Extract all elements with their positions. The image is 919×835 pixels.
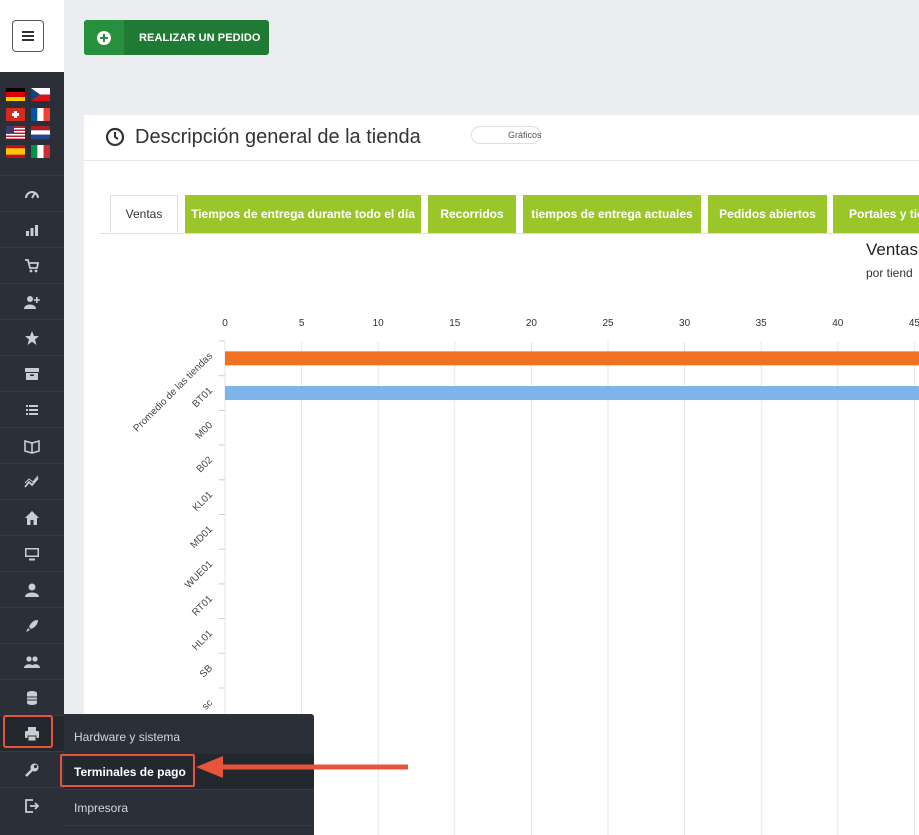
highlight-box bbox=[3, 715, 53, 748]
sidebar-item-stores[interactable] bbox=[0, 499, 64, 535]
sidebar-item-display[interactable] bbox=[0, 535, 64, 571]
trend-icon bbox=[24, 475, 39, 488]
annotation-arrow-icon bbox=[196, 756, 408, 778]
sidebar bbox=[0, 0, 64, 835]
users-icon bbox=[24, 655, 40, 668]
sidebar-item-settings[interactable] bbox=[0, 751, 64, 787]
sidebar-item-archive[interactable] bbox=[0, 355, 64, 391]
y-category-label: HL01 bbox=[190, 628, 215, 653]
database-icon bbox=[27, 690, 37, 705]
flag-de-icon[interactable] bbox=[6, 88, 25, 101]
x-tick-label: 0 bbox=[222, 318, 228, 329]
x-tick-label: 10 bbox=[373, 318, 385, 329]
place-order-label: REALIZAR UN PEDIDO bbox=[139, 31, 261, 44]
sidebar-item-statistics[interactable] bbox=[0, 211, 64, 247]
sidebar-item-staff[interactable] bbox=[0, 643, 64, 679]
x-tick-label: 25 bbox=[602, 318, 614, 329]
y-category-label: WUE01 bbox=[183, 559, 215, 591]
place-order-button[interactable]: REALIZAR UN PEDIDO bbox=[84, 20, 269, 55]
x-tick-label: 30 bbox=[679, 318, 691, 329]
bar[interactable] bbox=[225, 351, 919, 366]
x-tick-label: 35 bbox=[756, 318, 768, 329]
book-icon bbox=[24, 439, 40, 454]
submenu-item-printer[interactable]: Impresora bbox=[64, 790, 314, 826]
sidebar-item-list[interactable] bbox=[0, 391, 64, 427]
x-tick-label: 20 bbox=[526, 318, 538, 329]
rocket-icon bbox=[26, 619, 38, 632]
star-icon bbox=[25, 330, 39, 345]
logout-icon bbox=[25, 798, 40, 813]
bar[interactable] bbox=[225, 386, 919, 401]
sidebar-item-add-customer[interactable] bbox=[0, 283, 64, 319]
x-tick-label: 5 bbox=[299, 318, 305, 329]
flag-cz-icon[interactable] bbox=[31, 88, 50, 101]
home-icon bbox=[25, 510, 39, 525]
sidebar-item-favorites[interactable] bbox=[0, 319, 64, 355]
sidebar-item-database[interactable] bbox=[0, 679, 64, 715]
list-icon bbox=[26, 404, 38, 415]
y-category-label: RT01 bbox=[190, 593, 215, 618]
language-flags bbox=[6, 88, 52, 160]
cart-icon bbox=[25, 258, 40, 272]
x-tick-label: 45 bbox=[909, 318, 919, 329]
sidebar-item-logout[interactable] bbox=[0, 787, 64, 823]
flag-ch-icon[interactable] bbox=[6, 108, 25, 121]
wrench-icon bbox=[25, 763, 39, 777]
plus-circle-icon bbox=[97, 30, 111, 45]
flag-es-icon[interactable] bbox=[6, 145, 25, 158]
dashboard-icon bbox=[25, 190, 39, 199]
flag-fr-icon[interactable] bbox=[31, 108, 50, 121]
y-category-label: BT01 bbox=[190, 385, 215, 410]
flag-us-icon[interactable] bbox=[6, 126, 25, 139]
archive-icon bbox=[25, 367, 39, 380]
flag-nl-icon[interactable] bbox=[31, 126, 50, 139]
sidebar-item-orders[interactable] bbox=[0, 247, 64, 283]
y-category-label: B02 bbox=[195, 454, 216, 475]
x-tick-label: 15 bbox=[449, 318, 461, 329]
add-user-icon bbox=[24, 295, 40, 309]
sidebar-item-trends[interactable] bbox=[0, 463, 64, 499]
hamburger-menu-icon[interactable] bbox=[12, 20, 44, 52]
highlight-box bbox=[60, 754, 195, 787]
logo-area bbox=[0, 0, 64, 72]
flag-it-icon[interactable] bbox=[31, 145, 50, 158]
bar-chart-icon bbox=[26, 224, 38, 236]
y-category-label: sc bbox=[200, 698, 215, 713]
submenu-item-hardware-system[interactable]: Hardware y sistema bbox=[64, 719, 314, 755]
x-tick-label: 40 bbox=[832, 318, 844, 329]
sidebar-item-dashboard[interactable] bbox=[0, 175, 64, 211]
y-category-label: MD01 bbox=[188, 524, 215, 551]
y-category-label: M00 bbox=[194, 420, 216, 442]
y-category-label: KL01 bbox=[191, 489, 216, 514]
monitor-icon bbox=[25, 547, 39, 560]
sidebar-item-marketing[interactable] bbox=[0, 607, 64, 643]
sidebar-item-menu-book[interactable] bbox=[0, 427, 64, 463]
y-category-label: SB bbox=[198, 663, 215, 680]
user-icon bbox=[25, 583, 39, 597]
sidebar-item-user[interactable] bbox=[0, 571, 64, 607]
